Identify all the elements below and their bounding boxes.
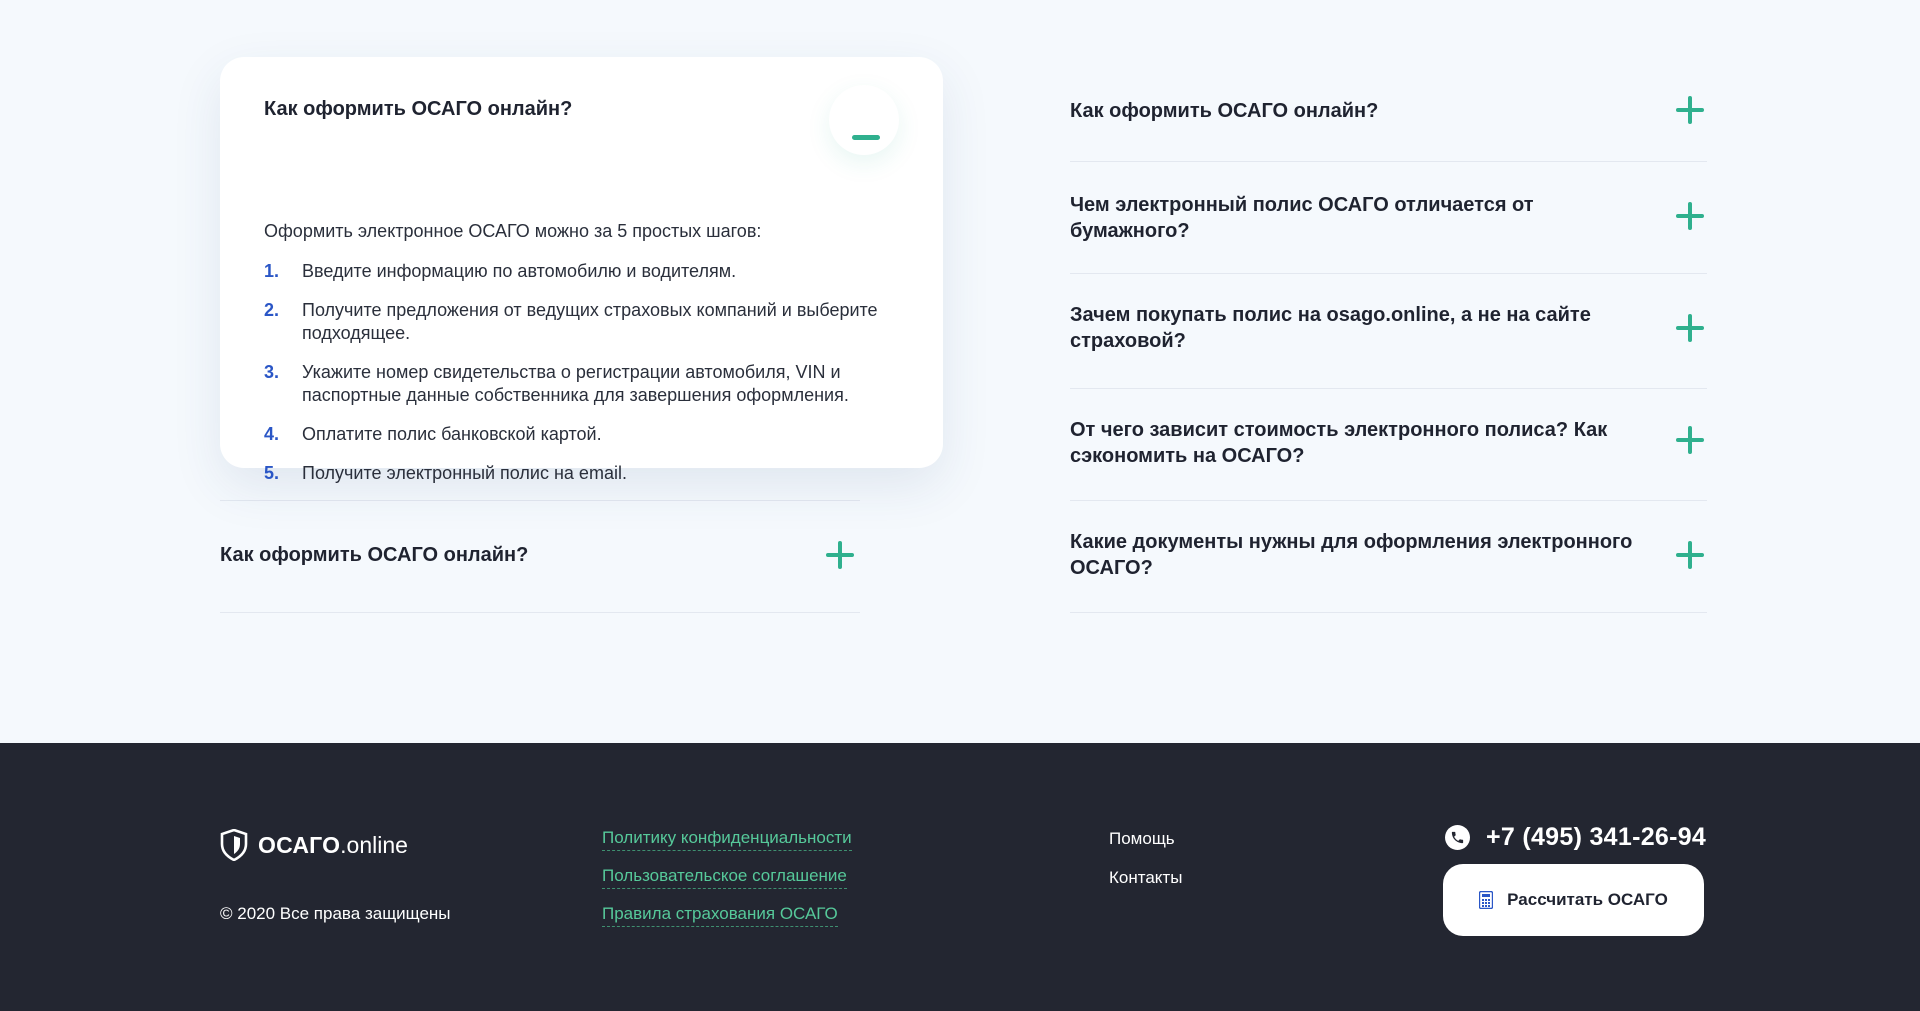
plus-icon[interactable] (826, 541, 854, 569)
plus-icon[interactable] (1676, 314, 1704, 342)
step-number: 5. (264, 463, 280, 483)
faq-section: Как оформить ОСАГО онлайн? Как оформить … (0, 0, 1920, 743)
step-number: 2. (264, 300, 280, 320)
step-number: 4. (264, 424, 280, 444)
faq-item-question: Чем электронный полис ОСАГО отличается о… (1070, 194, 1534, 242)
contacts-link[interactable]: Контакты (1109, 868, 1182, 888)
calculator-icon (1479, 891, 1494, 909)
copyright: © 2020 Все права защищены (220, 904, 451, 923)
faq-item-question: Какие документы нужны для оформления эле… (1070, 531, 1633, 579)
faq-answer-intro: Оформить электронное ОСАГО можно за 5 пр… (264, 221, 762, 241)
faq-item[interactable]: Зачем покупать полис на osago.online, а … (1070, 274, 1707, 389)
site-logo[interactable]: ОСАГО .online (220, 829, 408, 861)
step-item: 3. Укажите номер свидетельства о регистр… (264, 361, 899, 407)
faq-item[interactable]: Как оформить ОСАГО онлайн? (1070, 50, 1707, 162)
faq-item-question: Как оформить ОСАГО онлайн? (220, 544, 529, 566)
faq-item-header[interactable]: Как оформить ОСАГО онлайн? (264, 57, 899, 167)
shield-icon (220, 829, 248, 861)
step-text: Получите предложения от ведущих страховы… (302, 300, 878, 343)
user-agreement-link[interactable]: Пользовательское соглашение (602, 866, 847, 889)
phone-icon (1445, 825, 1470, 850)
step-item: 4. Оплатите полис банковской картой. (264, 423, 899, 446)
plus-icon[interactable] (1676, 202, 1704, 230)
plus-icon[interactable] (1676, 426, 1704, 454)
faq-item-question: Как оформить ОСАГО онлайн? (1070, 100, 1379, 122)
logo-text-bold: ОСАГО (258, 831, 341, 858)
faq-item[interactable]: От чего зависит стоимость электронного п… (1070, 389, 1707, 501)
insurance-rules-link[interactable]: Правила страхования ОСАГО (602, 904, 838, 927)
faq-item[interactable]: Чем электронный полис ОСАГО отличается о… (1070, 162, 1707, 274)
plus-icon[interactable] (1676, 541, 1704, 569)
phone-link[interactable]: +7 (495) 341-26-94 (1445, 823, 1706, 852)
step-text: Введите информацию по автомобилю и водит… (302, 261, 737, 281)
plus-icon[interactable] (1676, 96, 1704, 124)
step-text: Укажите номер свидетельства о регистраци… (302, 362, 849, 405)
privacy-policy-link[interactable]: Политику конфиденциальности (602, 828, 852, 851)
step-number: 1. (264, 261, 280, 281)
faq-item[interactable]: Как оформить ОСАГО онлайн? (220, 501, 860, 613)
faq-item[interactable]: Какие документы нужны для оформления эле… (1070, 501, 1707, 613)
faq-item-question: От чего зависит стоимость электронного п… (1070, 419, 1608, 467)
step-text: Получите электронный полис на email. (302, 463, 627, 483)
step-number: 3. (264, 362, 280, 382)
step-item: 5. Получите электронный полис на email. (264, 462, 899, 485)
faq-answer-steps: 1. Введите информацию по автомобилю и во… (264, 260, 899, 485)
minus-icon (852, 135, 880, 140)
calculate-osago-button[interactable]: Рассчитать ОСАГО (1443, 864, 1704, 936)
footer: ОСАГО .online © 2020 Все права защищены П… (0, 743, 1920, 1011)
help-link[interactable]: Помощь (1109, 829, 1175, 849)
step-text: Оплатите полис банковской картой. (302, 424, 602, 444)
step-item: 2. Получите предложения от ведущих страх… (264, 299, 899, 345)
faq-item-question: Зачем покупать полис на osago.online, а … (1070, 304, 1591, 352)
collapse-button[interactable] (829, 85, 899, 155)
faq-item-expanded: Как оформить ОСАГО онлайн? Оформить элек… (220, 57, 943, 483)
calculate-osago-label: Рассчитать ОСАГО (1507, 890, 1668, 909)
faq-item-question: Как оформить ОСАГО онлайн? (264, 98, 573, 120)
logo-text-thin: .online (340, 831, 408, 858)
phone-number: +7 (495) 341-26-94 (1486, 823, 1707, 851)
step-item: 1. Введите информацию по автомобилю и во… (264, 260, 899, 283)
